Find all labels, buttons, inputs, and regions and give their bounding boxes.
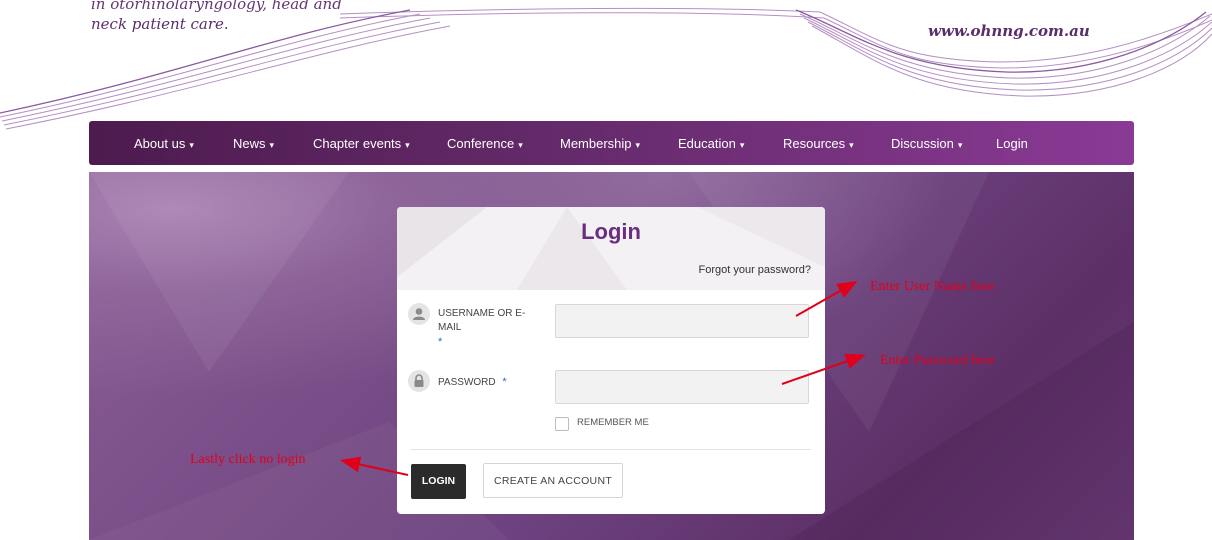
arrow-login (340, 456, 409, 476)
arrow-password (781, 353, 866, 385)
annotation-arrows (340, 281, 866, 476)
arrow-username (795, 281, 858, 317)
